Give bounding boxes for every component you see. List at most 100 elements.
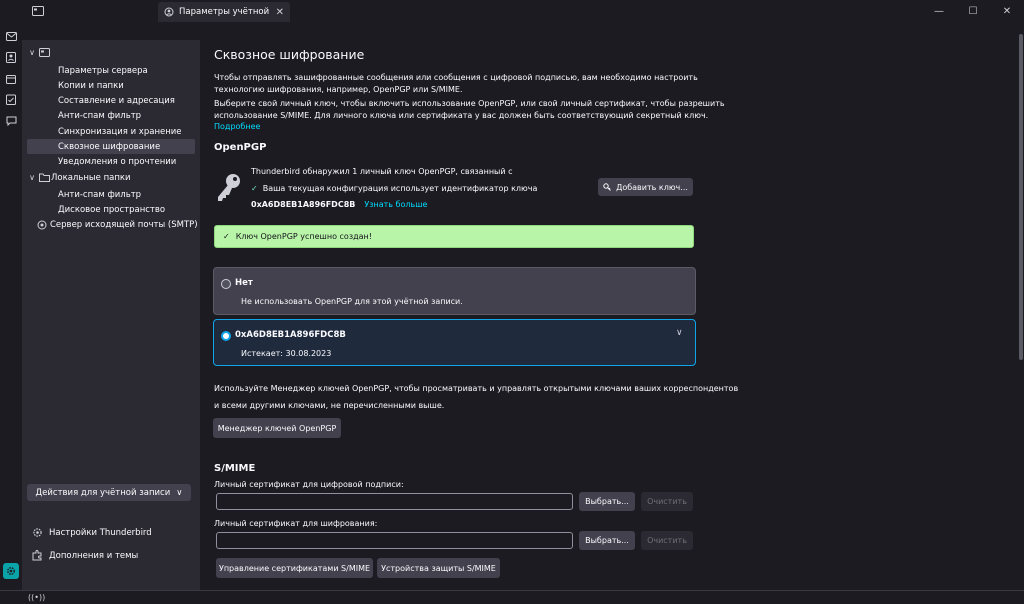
chat-icon [6,116,16,126]
sidebar-item-sync[interactable]: Синхронизация и хранение [58,124,195,139]
space-calendar[interactable] [0,68,22,89]
smime-sign-clear-button[interactable]: Очистить [641,492,693,511]
sidebar-item-local-junk[interactable]: Анти-спам фильтр [58,187,195,202]
sidebar-item-junk[interactable]: Анти-спам фильтр [58,108,195,123]
sidebar-item-label: Составление и адресация [58,95,175,106]
openpgp-config-text: Ваша текущая конфигурация использует иде… [262,184,538,193]
intro-text-2: технологию шифрования, например, OpenPGP… [214,85,463,94]
account-actions-label: Действия для учётной записи [35,487,171,498]
addons-themes-link[interactable]: Дополнения и темы [32,550,138,561]
space-settings[interactable] [3,563,19,579]
chevron-down-icon: ∨ [176,487,183,498]
openpgp-option-key[interactable]: 0xA6D8EB1A896FDC8B Истекает: 30.08.2023 … [213,319,696,366]
folder-icon [37,173,51,182]
success-message: Ключ OpenPGP успешно создан! [235,232,372,241]
local-folders-label: Локальные папки [51,172,131,183]
chevron-down-icon[interactable]: ∨ [27,48,37,57]
tab-title: Параметры учётной записи [179,7,271,17]
smime-encrypt-clear-button[interactable]: Очистить [641,531,693,550]
space-address-book[interactable] [0,47,22,68]
settings-link-label: Настройки Thunderbird [49,527,152,538]
smime-heading: S/MIME [214,463,256,474]
radio-none[interactable] [221,279,231,289]
tab-close-icon[interactable]: ✕ [276,7,284,18]
key-id-row: 0xA6D8EB1A896FDC8B Узнать больше [251,199,427,211]
smime-sign-input[interactable] [216,493,573,510]
radio-key-selected[interactable] [221,331,231,341]
sidebar-item-smtp[interactable]: Сервер исходящей почты (SMTP) [37,217,198,232]
sidebar-item-e2e-encryption[interactable]: Сквозное шифрование [27,139,195,154]
sidebar-item-disk-space[interactable]: Дисковое пространство [58,202,195,217]
address-book-icon [6,52,16,63]
window-controls: — ☐ ✕ [922,0,1024,22]
online-status-icon[interactable]: ((•)) [28,593,45,602]
sidebar-item-receipts[interactable]: Уведомления о прочтении [58,154,195,169]
scrollbar-thumb[interactable] [1019,34,1023,360]
sidebar-item-server-settings[interactable]: Параметры сервера [58,63,195,78]
manage-certs-label: Управление сертификатами S/MIME [218,563,371,573]
account-settings-icon [164,7,174,17]
key-manager-text-2: и всеми другими ключами, не перечисленны… [214,401,445,410]
key-id: 0xA6D8EB1A896FDC8B [251,200,356,209]
smime-security-devices-button[interactable]: Устройства защиты S/MIME [377,558,500,578]
mail-tab-button[interactable] [26,0,50,22]
select-label: Выбрать... [585,497,629,506]
select-label: Выбрать... [585,536,629,545]
key-manager-label: Менеджер ключей OpenPGP [217,423,337,433]
intro-text-4: использование S/MIME. Для личного ключа … [214,111,709,120]
close-window-button[interactable]: ✕ [990,0,1024,22]
sidebar-item-label: Сервер исходящей почты (SMTP) [50,219,198,230]
option-none-desc: Не использовать OpenPGP для этой учётной… [241,297,463,306]
gear-icon [7,567,15,575]
sidebar-item-composition[interactable]: Составление и адресация [58,93,195,108]
key-plus-icon [603,182,611,191]
sidebar-item-copies-folders[interactable]: Копии и папки [58,78,195,93]
openpgp-option-none[interactable]: Нет Не использовать OpenPGP для этой учё… [213,267,696,315]
option-none-title: Нет [235,278,253,288]
space-mail[interactable] [0,26,22,47]
thunderbird-settings-link[interactable]: Настройки Thunderbird [32,527,152,538]
local-folders-row[interactable]: ∨ Локальные папки [27,170,195,185]
add-key-button[interactable]: Добавить ключ... [598,178,693,196]
openpgp-key-manager-button[interactable]: Менеджер ключей OpenPGP [213,418,341,438]
account-row[interactable]: ∨ [27,45,195,60]
checkmark-icon: ✓ [251,184,258,193]
openpgp-heading: OpenPGP [214,142,267,153]
mail-tab-icon [32,6,44,16]
settings-pane: Сквозное шифрование Чтобы отправлять заш… [200,22,1018,590]
main-scrollbar[interactable] [1018,22,1024,590]
maximize-button[interactable]: ☐ [956,0,990,22]
smime-encrypt-label: Личный сертификат для шифрования: [214,519,378,528]
title-bar: Параметры учётной записи ✕ — ☐ ✕ [0,0,1024,22]
spaces-toolbar [0,22,22,590]
outgoing-server-icon [37,220,47,230]
manage-smime-certs-button[interactable]: Управление сертификатами S/MIME [216,558,373,578]
chevron-down-icon[interactable]: ∨ [676,328,683,338]
chevron-down-icon[interactable]: ∨ [27,173,37,182]
space-chat[interactable] [0,110,22,131]
add-key-label: Добавить ключ... [616,182,688,192]
smime-encrypt-select-button[interactable]: Выбрать... [579,531,635,550]
checkmark-icon: ✓ [223,232,230,241]
key-icon [218,174,240,201]
intro-text-3: Выберите свой личный ключ, чтобы включит… [214,99,725,108]
tab-account-settings[interactable]: Параметры учётной записи ✕ [158,2,290,22]
addons-link-label: Дополнения и темы [49,550,139,561]
openpgp-config-row: ✓ Ваша текущая конфигурация использует и… [251,183,537,195]
minimize-button[interactable]: — [922,0,956,22]
key-manager-text-1: Используйте Менеджер ключей OpenPGP, что… [214,384,739,393]
smime-encrypt-input[interactable] [216,532,573,549]
option-key-expires: Истекает: 30.08.2023 [241,349,332,358]
security-devices-label: Устройства защиты S/MIME [381,563,496,573]
tasks-icon [6,94,16,105]
smime-sign-select-button[interactable]: Выбрать... [579,492,635,511]
account-actions-button[interactable]: Действия для учётной записи ∨ [27,484,191,501]
smime-sign-label: Личный сертификат для цифровой подписи: [214,480,404,489]
page-title: Сквозное шифрование [214,47,365,62]
space-tasks[interactable] [0,89,22,110]
sidebar-item-label: Уведомления о прочтении [58,156,177,167]
status-bar: ((•)) [0,590,1024,604]
learn-more-link[interactable]: Подробнее [214,121,260,133]
learn-more-key-link[interactable]: Узнать больше [364,199,427,211]
account-tree-sidebar: ∨ Параметры сервера Копии и папки Состав… [22,40,200,590]
